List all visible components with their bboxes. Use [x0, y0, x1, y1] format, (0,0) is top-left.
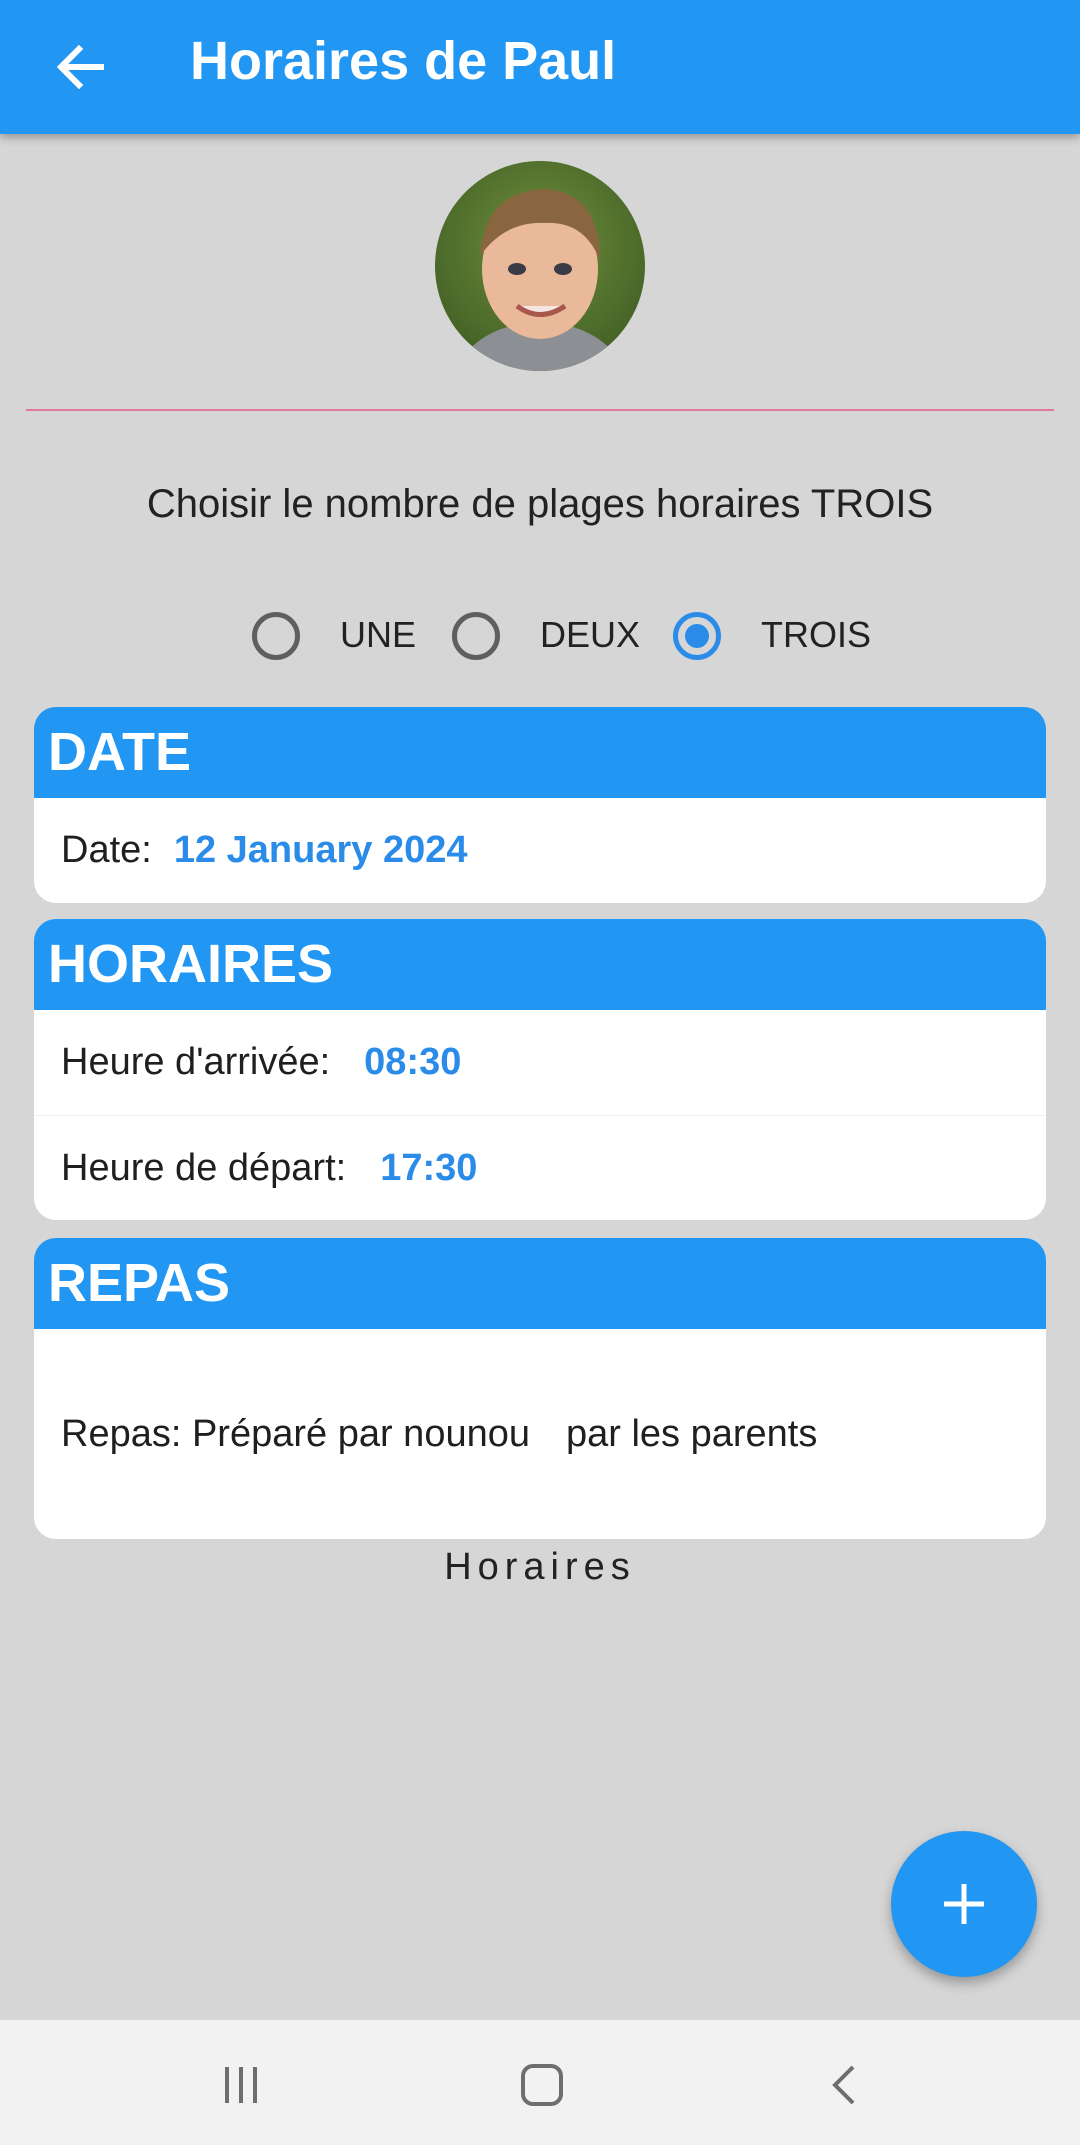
slot-count-radio-group: UNE DEUX TROIS [0, 606, 1080, 666]
add-button[interactable] [891, 1831, 1037, 1977]
radio-trois[interactable] [673, 612, 721, 660]
home-icon [521, 2064, 563, 2106]
arrival-time-value[interactable]: 08:30 [364, 1041, 461, 1083]
arrow-left-icon [56, 45, 104, 89]
recent-apps-icon [225, 2067, 257, 2103]
avatar [435, 161, 645, 371]
chevron-left-icon [832, 2065, 855, 2105]
horaires-footer-label: Horaires [444, 1546, 636, 1588]
repas-row: Repas: Préparé par nounou par les parents [34, 1329, 1046, 1539]
date-card: DATE Date: 12 January 2024 [34, 707, 1046, 903]
radio-une[interactable] [252, 612, 300, 660]
repas-option-parents[interactable]: par les parents [566, 1413, 817, 1455]
radio-label-une[interactable]: UNE [340, 614, 416, 656]
arrival-label: Heure d'arrivée: [61, 1041, 331, 1083]
date-label: Date: [61, 829, 152, 871]
departure-row[interactable]: Heure de départ: 17:30 [34, 1115, 1046, 1220]
radio-label-deux[interactable]: DEUX [540, 614, 640, 656]
repas-option-nounou[interactable]: Repas: Préparé par nounou [61, 1413, 530, 1455]
repas-card-header: REPAS [34, 1238, 1046, 1329]
system-back-button[interactable] [810, 2050, 880, 2120]
date-value[interactable]: 12 January 2024 [174, 829, 468, 871]
page-title: Horaires de Paul [190, 31, 617, 91]
date-row[interactable]: Date: 12 January 2024 [34, 798, 1046, 903]
arrival-row[interactable]: Heure d'arrivée: 08:30 [34, 1010, 1046, 1115]
plus-icon [944, 1884, 984, 1924]
departure-label: Heure de départ: [61, 1147, 347, 1189]
radio-label-trois[interactable]: TROIS [761, 614, 871, 656]
divider [26, 409, 1054, 411]
system-nav-bar [0, 2020, 1080, 2145]
radio-deux[interactable] [452, 612, 500, 660]
horaires-card: HORAIRES Heure d'arrivée: 08:30 Heure de … [34, 919, 1046, 1220]
home-button[interactable] [507, 2050, 577, 2120]
back-button[interactable] [40, 27, 120, 107]
departure-time-value[interactable]: 17:30 [380, 1147, 477, 1189]
app-bar: Horaires de Paul [0, 0, 1080, 134]
recent-apps-button[interactable] [206, 2050, 276, 2120]
repas-card: REPAS Repas: Préparé par nounou par les p… [34, 1238, 1046, 1539]
slot-count-prompt: Choisir le nombre de plages horaires TRO… [146, 482, 934, 526]
date-card-header: DATE [34, 707, 1046, 798]
horaires-card-header: HORAIRES [34, 919, 1046, 1010]
